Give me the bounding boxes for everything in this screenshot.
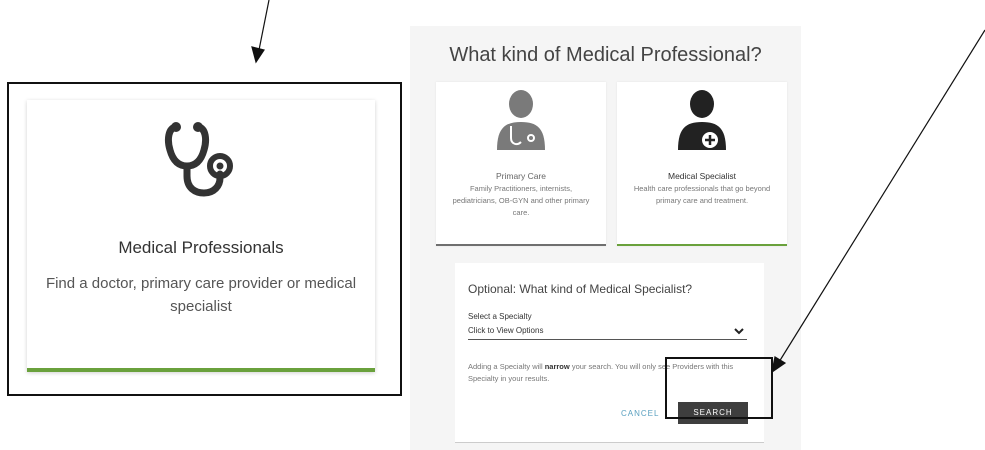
- specialty-select[interactable]: Click to View Options: [468, 325, 747, 340]
- card-title: Medical Specialist: [667, 171, 737, 181]
- primary-care-option[interactable]: Primary Care Family Practitioners, inter…: [436, 82, 606, 246]
- card-description: Health care professionals that go beyond…: [633, 184, 771, 205]
- medical-specialist-option[interactable]: Medical Specialist Health care professio…: [617, 82, 787, 246]
- card-accent-bar: [617, 244, 787, 246]
- panel-heading: What kind of Medical Professional?: [449, 44, 762, 66]
- arrow-line: [258, 0, 270, 51]
- specialty-title: Optional: What kind of Medical Specialis…: [468, 282, 693, 296]
- person-icon: [497, 90, 545, 150]
- divider: [455, 442, 764, 443]
- card-accent-bar: [436, 244, 606, 246]
- card-accent-bar: [27, 368, 375, 372]
- chevron-down-icon: [734, 328, 744, 335]
- medical-professionals-card[interactable]: Medical Professionals Find a doctor, pri…: [27, 100, 375, 372]
- note-bold: narrow: [544, 362, 570, 371]
- card-description: Find a doctor, primary care provider or …: [45, 275, 357, 315]
- specialty-select-value: Click to View Options: [468, 326, 544, 335]
- specialty-label: Select a Specialty: [468, 312, 532, 321]
- highlight-frame-search: [665, 357, 773, 419]
- card-title: Primary Care: [495, 171, 547, 181]
- arrow-head: [251, 46, 265, 64]
- cancel-button[interactable]: CANCEL: [621, 409, 659, 418]
- card-description: Family Practitioners, internists, pediat…: [452, 184, 590, 217]
- stethoscope-icon: [164, 122, 233, 197]
- card-title: Medical Professionals: [118, 238, 284, 257]
- arrow-line: [778, 29, 985, 363]
- person-plus-icon: [678, 90, 726, 150]
- note-text: Adding a Specialty will: [468, 362, 545, 371]
